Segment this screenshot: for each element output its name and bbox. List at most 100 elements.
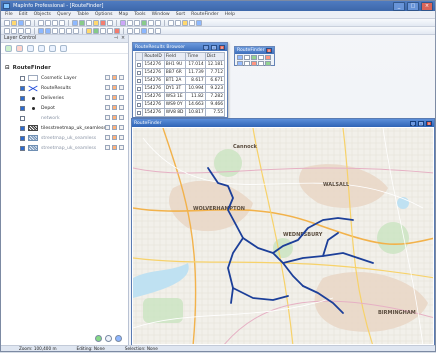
- selectable-icon[interactable]: [112, 75, 117, 80]
- layer-row[interactable]: RouteResults: [20, 83, 126, 93]
- row-select-box[interactable]: [137, 94, 142, 99]
- map-maximize-button[interactable]: □: [418, 120, 424, 126]
- pin-icon[interactable]: ⊣: [114, 36, 118, 41]
- help-icon[interactable]: [120, 19, 126, 26]
- options-icon[interactable]: [105, 335, 112, 342]
- row-select-box[interactable]: [137, 86, 142, 91]
- table-row[interactable]: 154276 BB7 6R 11.739 7.712: [134, 68, 226, 77]
- editable-icon[interactable]: [105, 105, 110, 110]
- layer-visibility-checkbox[interactable]: [20, 135, 25, 141]
- panel-close-icon[interactable]: ×: [121, 36, 125, 41]
- tool-icon[interactable]: [141, 19, 147, 26]
- menu-tools[interactable]: Tools: [134, 12, 145, 17]
- table-row[interactable]: 154276 WV8 8D 10.817 7.55: [134, 108, 226, 117]
- sql-icon[interactable]: [107, 19, 113, 26]
- tool-icon[interactable]: [155, 19, 161, 26]
- layer-visibility-checkbox[interactable]: [20, 125, 25, 131]
- route-icon[interactable]: [251, 55, 257, 60]
- routefinder-panel-close-button[interactable]: ×: [266, 48, 272, 53]
- layer-row[interactable]: Depot: [20, 103, 126, 113]
- menu-help[interactable]: Help: [225, 12, 235, 17]
- selectable-icon[interactable]: [112, 115, 117, 120]
- redistrict-icon[interactable]: [100, 19, 106, 26]
- tool-icon[interactable]: [155, 27, 161, 34]
- display-options-icon[interactable]: [60, 44, 67, 52]
- print-icon[interactable]: [25, 19, 31, 26]
- menu-routefinder[interactable]: RouteFinder: [191, 12, 218, 17]
- help-icon[interactable]: [115, 335, 122, 342]
- row-select-box[interactable]: [137, 70, 142, 75]
- selectable-icon[interactable]: [112, 135, 117, 140]
- layer-tree-root[interactable]: ⊟ RouteFinder: [5, 63, 126, 73]
- browser-close-button[interactable]: ×: [219, 44, 225, 50]
- tool-icon[interactable]: [168, 19, 174, 26]
- column-header[interactable]: Field: [163, 52, 187, 61]
- tool-icon[interactable]: [196, 19, 202, 26]
- label-toggle-icon[interactable]: [119, 125, 124, 130]
- layer-visibility-checkbox[interactable]: [20, 115, 25, 121]
- row-select-box[interactable]: [137, 102, 142, 107]
- column-header[interactable]: RouteID: [142, 52, 165, 61]
- radius-select-icon[interactable]: [18, 27, 24, 34]
- tool-icon[interactable]: [182, 19, 188, 26]
- menu-edit[interactable]: Edit: [19, 12, 28, 17]
- selectable-icon[interactable]: [112, 85, 117, 90]
- row-select-box[interactable]: [137, 110, 142, 115]
- layer-row[interactable]: network: [20, 113, 126, 123]
- menu-objects[interactable]: Objects: [34, 12, 51, 17]
- copy-icon[interactable]: [45, 19, 51, 26]
- zoom-in-icon[interactable]: [38, 27, 44, 34]
- select-arrow-icon[interactable]: [4, 27, 10, 34]
- new-browser-icon[interactable]: [79, 19, 85, 26]
- table-row[interactable]: 154276 BH1 9U 17.014 12.181: [134, 60, 226, 69]
- layer-visibility-checkbox[interactable]: [20, 85, 25, 91]
- column-header[interactable]: Time: [185, 52, 206, 61]
- tool-icon[interactable]: [107, 27, 113, 34]
- table-row[interactable]: 154276 BT1 2A 8.617 6.671: [134, 76, 226, 85]
- row-select-box[interactable]: [137, 62, 142, 67]
- add-layer-icon[interactable]: [5, 44, 12, 52]
- editable-icon[interactable]: [105, 145, 110, 150]
- undo-icon[interactable]: [59, 19, 65, 26]
- route-icon[interactable]: [265, 55, 271, 60]
- pan-hand-icon[interactable]: [52, 27, 58, 34]
- tool-icon[interactable]: [114, 27, 120, 34]
- open-folder-icon[interactable]: [11, 19, 17, 26]
- column-header[interactable]: Dist: [204, 52, 226, 61]
- thematic-icon[interactable]: [93, 27, 99, 34]
- collapse-icon[interactable]: ⊟: [5, 65, 10, 71]
- label-toggle-icon[interactable]: [119, 115, 124, 120]
- label-toggle-icon[interactable]: [119, 75, 124, 80]
- tool-icon[interactable]: [100, 27, 106, 34]
- label-toggle-icon[interactable]: [119, 85, 124, 90]
- label-toggle-icon[interactable]: [119, 95, 124, 100]
- layer-visibility-checkbox[interactable]: [20, 95, 25, 101]
- browser-maximize-button[interactable]: □: [211, 44, 217, 50]
- layer-visibility-checkbox[interactable]: [20, 145, 25, 151]
- menu-window[interactable]: Window: [152, 12, 170, 17]
- table-row[interactable]: 154276 WS9 0Y 14.663 9.466: [134, 100, 226, 109]
- layer-row[interactable]: streetmap_uk_seamless: [20, 133, 126, 143]
- polygon-select-icon[interactable]: [25, 27, 31, 34]
- tool-icon[interactable]: [189, 19, 195, 26]
- tool-icon[interactable]: [175, 19, 181, 26]
- browser-minimize-button[interactable]: _: [203, 44, 209, 50]
- refresh-icon[interactable]: [95, 335, 102, 342]
- paste-icon[interactable]: [52, 19, 58, 26]
- table-row[interactable]: 154276 WS3 1E 11.82 7.282: [134, 92, 226, 101]
- editable-icon[interactable]: [105, 115, 110, 120]
- map-canvas[interactable]: WOLVERHAMPTON WALSALL WEDNESBURY BIRMING…: [133, 128, 433, 344]
- route-icon[interactable]: [244, 55, 250, 60]
- menu-sort[interactable]: Sort: [176, 12, 185, 17]
- tool-icon[interactable]: [127, 19, 133, 26]
- tool-icon[interactable]: [148, 19, 154, 26]
- layout-icon[interactable]: [93, 19, 99, 26]
- table-row[interactable]: 154276 DY1 3T 10.994 9.223: [134, 84, 226, 93]
- row-select-box[interactable]: [137, 78, 142, 83]
- layer-row[interactable]: Cosmetic Layer: [20, 73, 126, 83]
- new-icon[interactable]: [4, 19, 10, 26]
- cut-icon[interactable]: [38, 19, 44, 26]
- tool-icon[interactable]: [134, 27, 140, 34]
- menu-table[interactable]: Table: [77, 12, 89, 17]
- editable-icon[interactable]: [105, 85, 110, 90]
